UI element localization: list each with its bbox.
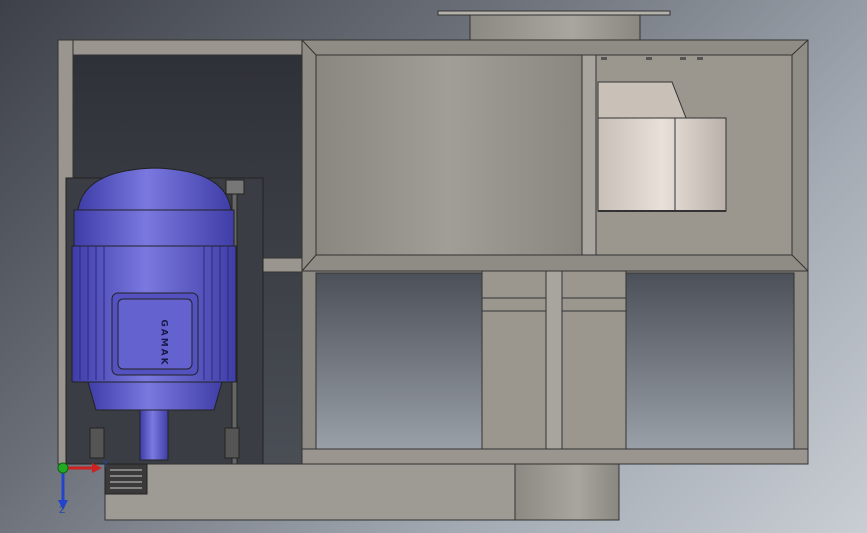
motor-brand-label: GAMAK bbox=[158, 319, 169, 367]
upper-fan-housing[interactable] bbox=[301, 39, 809, 272]
coordinate-triad bbox=[57, 462, 102, 510]
lower-frame[interactable] bbox=[301, 270, 809, 465]
triad-z-label: Z bbox=[59, 506, 66, 516]
base-platform[interactable] bbox=[104, 463, 620, 521]
top-inlet-flange[interactable] bbox=[437, 10, 671, 43]
cad-viewport[interactable] bbox=[0, 0, 867, 533]
triad-y-label: Y bbox=[103, 460, 109, 470]
